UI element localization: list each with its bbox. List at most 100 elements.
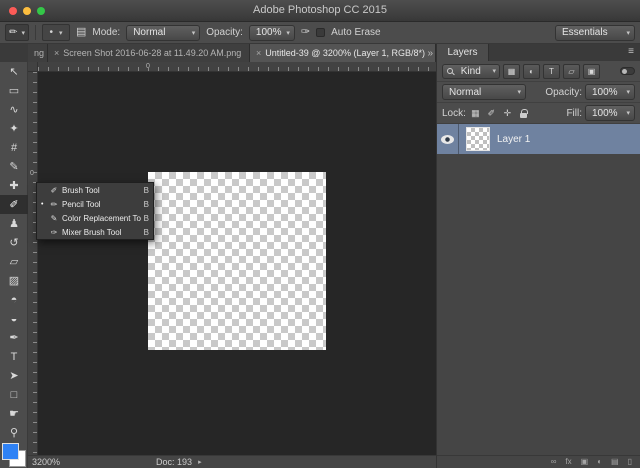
document-viewport[interactable] xyxy=(38,72,436,455)
tools-panel: ↖ ▭ ∿ ✦ # ✎ ✚ ✐ ♟ ↺ ▱ ▨ ◓ ◒ ✒ T ➤ □ ☛ ⚲ xyxy=(0,62,28,468)
flyout-item-color-replacement-tool[interactable]: ✎ Color Replacement Tool B xyxy=(37,211,153,225)
zoom-level-field[interactable]: 3200% xyxy=(32,457,60,467)
chevron-down-icon: ▾ xyxy=(59,29,63,37)
clone-stamp-tool-icon: ♟ xyxy=(9,218,19,230)
brush-tip-icon: • xyxy=(49,27,53,38)
brush-preset-picker[interactable]: • ▾ xyxy=(42,24,70,41)
toolbar-tool-healing-brush[interactable]: ✚ xyxy=(0,176,28,195)
flyout-item-pencil-tool[interactable]: • ✏ Pencil Tool B xyxy=(37,197,153,211)
mode-label: Mode: xyxy=(92,27,121,38)
toolbar-tool-zoom[interactable]: ⚲ xyxy=(0,423,28,442)
lock-label: Lock: xyxy=(442,107,466,119)
lock-position-icon[interactable]: ✛ xyxy=(501,108,514,119)
ruler-origin-corner[interactable] xyxy=(28,62,38,72)
toolbar-tool-eyedropper[interactable]: ✎ xyxy=(0,157,28,176)
zoom-tool-icon: ⚲ xyxy=(9,427,19,439)
layer-fill-select[interactable]: 100% ▾ xyxy=(585,105,635,121)
toolbar-tool-brush[interactable]: ✐ xyxy=(0,195,28,214)
workspace-select[interactable]: Essentials ▾ xyxy=(555,24,635,41)
layer-filtering-toggle[interactable] xyxy=(620,67,635,75)
link-layers-icon[interactable]: ∞ xyxy=(551,458,557,466)
toolbar-tool-type[interactable]: T xyxy=(0,347,28,366)
smart-object-filter-icon[interactable]: ▣ xyxy=(583,63,600,79)
toolbar-tool-path-selection[interactable]: ➤ xyxy=(0,366,28,385)
healing-brush-tool-icon: ✚ xyxy=(9,180,19,192)
chevron-down-icon: ▾ xyxy=(21,29,25,37)
auto-erase-label: Auto Erase xyxy=(331,27,381,38)
tool-preset-picker[interactable]: ✏ ▾ xyxy=(5,24,29,41)
tab-layers[interactable]: Layers xyxy=(437,44,489,61)
blend-mode-select[interactable]: Normal ▾ xyxy=(126,24,201,41)
adjustment-layer-icon[interactable]: ◐ xyxy=(597,458,602,466)
flyout-item-brush-tool[interactable]: ✐ Brush Tool B xyxy=(37,183,153,197)
toolbar-tool-eraser[interactable]: ▱ xyxy=(0,252,28,271)
toggle-brush-panel-icon[interactable]: ▤ xyxy=(76,27,86,38)
document-tab-screenshot[interactable]: × Screen Shot 2016-06-28 at 11.49.20 AM.… xyxy=(48,44,250,62)
pixel-layers-filter-icon[interactable]: ▦ xyxy=(503,63,520,79)
new-group-icon[interactable]: ▤ xyxy=(611,458,619,466)
vertical-ruler[interactable]: 0 xyxy=(28,72,38,455)
brush-tool-flyout-menu: ✐ Brush Tool B • ✏ Pencil Tool B ✎ Color… xyxy=(36,182,154,240)
close-tab-icon[interactable]: × xyxy=(256,48,261,58)
shortcut-label: B xyxy=(143,213,149,223)
toolbar-tool-clone-stamp[interactable]: ♟ xyxy=(0,214,28,233)
canvas-transparency-checkerboard[interactable] xyxy=(148,172,326,350)
layer-filter-kind-select[interactable]: Kind ▾ xyxy=(442,63,500,79)
layer-effects-icon[interactable]: fx xyxy=(565,458,571,466)
flyout-item-label: Brush Tool xyxy=(62,185,100,195)
layer-visibility-cell[interactable] xyxy=(437,124,459,154)
shape-layers-filter-icon[interactable]: ▱ xyxy=(563,63,580,79)
foreground-color-swatch[interactable] xyxy=(2,443,19,460)
lock-image-pixels-icon[interactable]: ✐ xyxy=(485,108,498,119)
document-tab-untitled-39[interactable]: × Untitled-39 @ 3200% (Layer 1, RGB/8*) xyxy=(250,44,436,62)
toolbar-tool-blur[interactable]: ◓ xyxy=(0,290,28,309)
brush-tool-icon: ✐ xyxy=(9,199,19,211)
layer-opacity-select[interactable]: 100% ▾ xyxy=(585,84,635,100)
tab-overflow-button[interactable]: » xyxy=(427,44,433,62)
pressure-opacity-icon[interactable]: ✑ xyxy=(301,27,310,38)
close-tab-icon[interactable]: × xyxy=(54,48,59,58)
toolbar-tool-hand[interactable]: ☛ xyxy=(0,404,28,423)
layer-blend-mode-value: Normal xyxy=(449,86,482,98)
document-tab-partial[interactable]: ng xyxy=(28,44,48,62)
layer-blend-mode-select[interactable]: Normal ▾ xyxy=(442,84,526,100)
current-tool-marker: • xyxy=(41,200,44,208)
layers-panel-bottom-bar: ∞ fx ▣ ◐ ▤ ▯ xyxy=(437,455,640,468)
lock-all-icon[interactable] xyxy=(519,108,528,118)
pen-tool-icon: ✒ xyxy=(9,332,19,344)
lock-fill-row: Lock: ▦ ✐ ✛ Fill: 100% ▾ xyxy=(437,103,640,124)
toolbar-tool-move[interactable]: ↖ xyxy=(0,62,28,81)
delete-layer-icon[interactable]: ▯ xyxy=(628,458,632,466)
toolbar-tool-lasso[interactable]: ∿ xyxy=(0,100,28,119)
chevron-down-icon: ▾ xyxy=(626,29,630,37)
toolbar-tool-marquee[interactable]: ▭ xyxy=(0,81,28,100)
document-info: Doc: 193 xyxy=(156,457,193,467)
workspace-value: Essentials xyxy=(562,27,608,38)
document-tab-bar: ng × Screen Shot 2016-06-28 at 11.49.20 … xyxy=(0,44,436,62)
adjustment-layers-filter-icon[interactable]: ◐ xyxy=(523,63,540,79)
shortcut-label: B xyxy=(143,185,149,195)
horizontal-ruler[interactable]: 0 xyxy=(38,62,436,72)
flyout-item-mixer-brush-tool[interactable]: ✑ Mixer Brush Tool B xyxy=(37,225,153,239)
lock-transparent-pixels-icon[interactable]: ▦ xyxy=(469,108,482,119)
layer-mask-icon[interactable]: ▣ xyxy=(581,458,589,466)
pencil-tool-icon: ✏ xyxy=(50,199,58,209)
layer-thumbnail[interactable] xyxy=(466,127,490,151)
type-layers-filter-icon[interactable]: T xyxy=(543,63,560,79)
panel-menu-icon[interactable]: ≡ xyxy=(628,46,634,57)
toolbar-tool-dodge[interactable]: ◒ xyxy=(0,309,28,328)
status-flyout-icon[interactable]: ▸ xyxy=(198,458,202,466)
auto-erase-checkbox[interactable] xyxy=(316,28,326,37)
toolbar-tool-pen[interactable]: ✒ xyxy=(0,328,28,347)
layer-row-layer-1[interactable]: Layer 1 xyxy=(437,124,640,154)
canvas-area: 0 0 xyxy=(28,62,436,455)
toolbar-tool-crop[interactable]: # xyxy=(0,138,28,157)
move-tool-icon: ↖ xyxy=(9,66,19,78)
tab-label: Untitled-39 @ 3200% (Layer 1, RGB/8*) xyxy=(265,48,425,58)
opacity-select[interactable]: 100% ▾ xyxy=(248,24,295,41)
toolbar-tool-history-brush[interactable]: ↺ xyxy=(0,233,28,252)
toolbar-tool-quick-selection[interactable]: ✦ xyxy=(0,119,28,138)
toolbar-tool-rectangle[interactable]: □ xyxy=(0,385,28,404)
marquee-tool-icon: ▭ xyxy=(8,85,20,97)
toolbar-tool-gradient[interactable]: ▨ xyxy=(0,271,28,290)
